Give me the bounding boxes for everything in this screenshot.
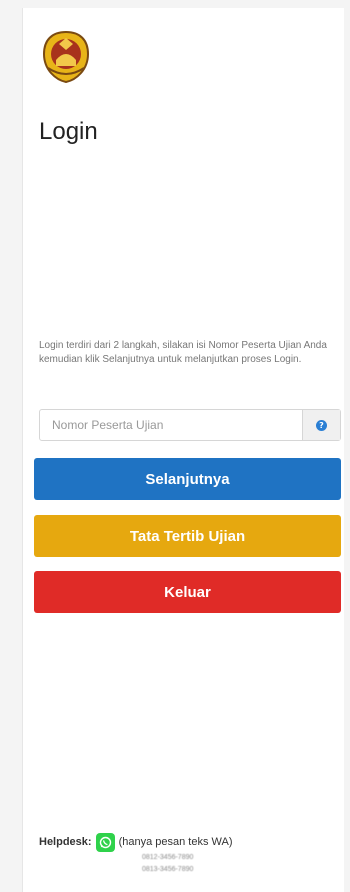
helpdesk-label: Helpdesk:	[39, 836, 92, 848]
next-button[interactable]: Selanjutnya	[34, 458, 341, 500]
helpdesk: Helpdesk: (hanya pesan teks WA) 0812-345…	[39, 832, 341, 876]
university-emblem-icon	[42, 30, 90, 84]
participant-number-input[interactable]	[40, 410, 302, 440]
login-panel: Login Login terdiri dari 2 langkah, sila…	[22, 8, 344, 892]
helpdesk-note: (hanya pesan teks WA)	[118, 836, 233, 848]
helpdesk-phone[interactable]: 0812-3456-7890	[142, 852, 341, 864]
question-circle-icon: ?	[316, 419, 327, 431]
helpdesk-line: Helpdesk: (hanya pesan teks WA)	[39, 832, 341, 852]
help-addon[interactable]: ?	[302, 410, 340, 440]
whatsapp-icon[interactable]	[95, 832, 115, 852]
exam-rules-button[interactable]: Tata Tertib Ujian	[34, 515, 341, 557]
page-title: Login	[39, 118, 98, 145]
participant-number-group: ?	[39, 409, 341, 441]
helpdesk-phone[interactable]: 0813-3456-7890	[142, 864, 341, 876]
exit-button[interactable]: Keluar	[34, 571, 341, 613]
login-instructions: Login terdiri dari 2 langkah, silakan is…	[39, 340, 327, 365]
